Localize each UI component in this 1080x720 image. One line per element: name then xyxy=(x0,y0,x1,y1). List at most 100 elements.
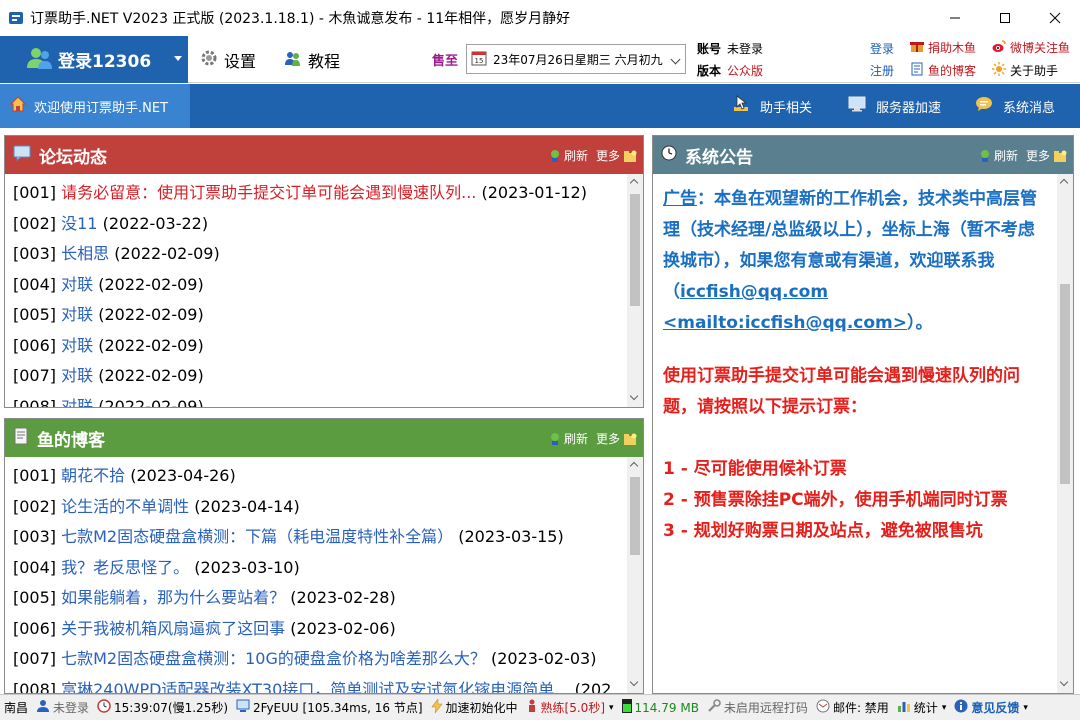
list-item-link[interactable]: 我？老反思怪了。 xyxy=(61,558,189,577)
chevron-down-icon[interactable] xyxy=(670,54,681,65)
list-item-link[interactable]: 关于我被机箱风扇逼疯了这回事 xyxy=(61,619,285,638)
list-item-link[interactable]: 对联 xyxy=(61,336,93,355)
list-item-link[interactable]: 对联 xyxy=(61,275,93,294)
blog-link[interactable]: 鱼的博客 xyxy=(910,62,976,79)
list-item-link[interactable]: 没11 xyxy=(61,214,97,233)
tutorial-label: 教程 xyxy=(308,51,341,71)
chevron-down-icon[interactable]: ▾ xyxy=(942,703,947,713)
list-item-link[interactable]: 对联 xyxy=(61,366,93,385)
status-server[interactable]: 2FyEUU [105.34ms, 16 节点] xyxy=(236,699,423,716)
scroll-down-icon[interactable] xyxy=(1059,677,1069,687)
list-item[interactable]: [003] 七款M2固态硬盘盒横测：下篇（耗电温度特性补全篇） (2023-03… xyxy=(5,522,627,553)
login-12306-button[interactable]: 登录12306 xyxy=(0,36,188,83)
blog-refresh-button[interactable]: 刷新 xyxy=(564,430,588,447)
list-item-link[interactable]: 朝花不拾 xyxy=(61,466,125,485)
status-memory-value: 114.79 MB xyxy=(634,700,699,715)
scrollbar-thumb[interactable] xyxy=(630,477,640,555)
about-link[interactable]: 关于助手 xyxy=(992,62,1058,79)
status-mail[interactable]: 邮件: 禁用 xyxy=(816,699,889,716)
list-item-link[interactable]: 富琳240WPD适配器改装XT30接口，简单测试及安试氮化镓电源简单... xyxy=(61,680,569,694)
helper-related-button[interactable]: 助手相关 xyxy=(734,84,812,128)
status-login[interactable]: 未登录 xyxy=(36,699,89,716)
minimize-button[interactable] xyxy=(930,0,980,36)
list-item[interactable]: [004] 我？老反思怪了。 (2023-03-10) xyxy=(5,553,627,584)
forum-more-button[interactable]: 更多 xyxy=(596,147,620,164)
mailto-link[interactable]: <mailto:iccfish@qq.com> xyxy=(663,313,907,333)
notice-panel: 系统公告 刷新 更多 广告：本鱼在观望新的工作机会，技术类中高层管理（技术经理/… xyxy=(652,135,1074,694)
list-item[interactable]: [002] 论生活的不单调性 (2023-04-14) xyxy=(5,492,627,523)
list-item[interactable]: [002] 没11 (2022-03-22) xyxy=(5,209,627,240)
forum-panel: 论坛动态 刷新 更多 [001] 请务必留意：使用订票助手提交订单可能会遇到慢速… xyxy=(4,135,644,408)
list-item[interactable]: [007] 七款M2固态硬盘盒横测：10G的硬盘盒价格为啥差那么大？ (2023… xyxy=(5,644,627,675)
donate-link[interactable]: 捐助木鱼 xyxy=(910,39,976,56)
status-skill[interactable]: 熟练[5.0秒] ▾ xyxy=(526,699,614,716)
notice-refresh-button[interactable]: 刷新 xyxy=(994,147,1018,164)
register-link[interactable]: 注册 xyxy=(870,62,894,79)
list-item-link[interactable]: 如果能躺着，那为什么要站着？ xyxy=(61,588,285,607)
list-item-link[interactable]: 长相思 xyxy=(61,244,109,263)
status-remote[interactable]: 未启用远程打码 xyxy=(707,699,808,716)
list-item[interactable]: [004] 对联 (2022-02-09) xyxy=(5,270,627,301)
notice-more-button[interactable]: 更多 xyxy=(1026,147,1050,164)
status-feedback[interactable]: 意见反馈 ▾ xyxy=(954,699,1028,716)
status-feedback-value: 意见反馈 xyxy=(971,701,1020,715)
list-item[interactable]: [006] 对联 (2022-02-09) xyxy=(5,331,627,362)
blog-label: 鱼的博客 xyxy=(928,64,977,78)
ad-label[interactable]: 广告 xyxy=(663,189,697,209)
status-login-value: 未登录 xyxy=(53,701,90,715)
settings-button[interactable]: 设置 xyxy=(200,36,256,83)
about-label: 关于助手 xyxy=(1010,64,1059,78)
list-item-link[interactable]: 七款M2固态硬盘盒横测：下篇（耗电温度特性补全篇） xyxy=(61,527,453,546)
chevron-down-icon[interactable]: ▾ xyxy=(1023,703,1028,713)
list-item[interactable]: [006] 关于我被机箱风扇逼疯了这回事 (2023-02-06) xyxy=(5,614,627,645)
account-label: 账号 xyxy=(697,42,722,56)
status-clock[interactable]: 15:39:07(慢1.25秒) xyxy=(97,699,228,716)
list-item[interactable]: [001] 朝花不拾 (2023-04-26) xyxy=(5,461,627,492)
blog-more-button[interactable]: 更多 xyxy=(596,430,620,447)
list-item-date: (2023-02-06) xyxy=(290,618,396,638)
settings-label: 设置 xyxy=(224,51,257,71)
list-item[interactable]: [005] 对联 (2022-02-09) xyxy=(5,300,627,331)
email-link[interactable]: iccfish@qq.com xyxy=(680,282,828,302)
sale-date-picker[interactable]: 15 23年07月26日星期三 六月初九 xyxy=(466,44,686,74)
forum-refresh-button[interactable]: 刷新 xyxy=(564,147,588,164)
tab-home[interactable]: 欢迎使用订票助手.NET xyxy=(0,84,190,128)
scroll-up-icon[interactable] xyxy=(629,178,639,188)
scrollbar-thumb[interactable] xyxy=(630,194,640,306)
list-item-link[interactable]: 对联 xyxy=(61,305,93,324)
list-item-link[interactable]: 对联 xyxy=(61,397,93,408)
mail-icon xyxy=(816,699,830,716)
home-label: 欢迎使用订票助手.NET xyxy=(34,100,169,116)
blog-scrollbar[interactable] xyxy=(627,457,643,693)
list-item-link[interactable]: 七款M2固态硬盘盒横测：10G的硬盘盒价格为啥差那么大？ xyxy=(61,649,486,668)
forum-scrollbar[interactable] xyxy=(627,174,643,407)
scroll-up-icon[interactable] xyxy=(629,461,639,471)
system-message-button[interactable]: 系统消息 xyxy=(975,84,1055,128)
scroll-up-icon[interactable] xyxy=(1059,178,1069,188)
scroll-down-icon[interactable] xyxy=(629,677,639,687)
scroll-down-icon[interactable] xyxy=(629,391,639,401)
status-accel[interactable]: 加速初始化中 xyxy=(430,698,518,716)
maximize-button[interactable] xyxy=(980,0,1030,36)
weibo-link[interactable]: 微博关注鱼 xyxy=(992,39,1070,56)
notice-scrollbar[interactable] xyxy=(1057,174,1073,693)
list-item[interactable]: [008] 富琳240WPD适配器改装XT30接口，简单测试及安试氮化镓电源简单… xyxy=(5,675,627,694)
scrollbar-thumb[interactable] xyxy=(1060,284,1070,484)
list-item-link[interactable]: 论生活的不单调性 xyxy=(61,497,189,516)
list-item-index: [004] xyxy=(13,274,57,294)
login-link[interactable]: 登录 xyxy=(870,40,894,57)
status-stats[interactable]: 统计 ▾ xyxy=(897,699,947,716)
chevron-down-icon[interactable]: ▾ xyxy=(609,703,614,713)
list-item[interactable]: [001] 请务必留意：使用订票助手提交订单可能会遇到慢速队列... (2023… xyxy=(5,178,627,209)
tutorial-button[interactable]: 教程 xyxy=(284,36,340,83)
list-item-index: [005] xyxy=(13,588,57,607)
list-item-link[interactable]: 请务必留意：使用订票助手提交订单可能会遇到慢速队列... xyxy=(61,183,476,202)
list-item[interactable]: [005] 如果能躺着，那为什么要站着？ (2023-02-28) xyxy=(5,583,627,614)
ad-paragraph: 广告：本鱼在观望新的工作机会，技术类中高层管理（技术经理/总监级以上），坐标上海… xyxy=(663,184,1049,339)
status-bar: 南昌 未登录 15:39:07(慢1.25秒) 2FyEUU [105.34ms… xyxy=(0,694,1080,720)
list-item[interactable]: [007] 对联 (2022-02-09) xyxy=(5,361,627,392)
list-item[interactable]: [003] 长相思 (2022-02-09) xyxy=(5,239,627,270)
server-accel-button[interactable]: 服务器加速 xyxy=(848,84,941,128)
close-button[interactable] xyxy=(1030,0,1080,36)
list-item[interactable]: [008] 对联 (2022-02-09) xyxy=(5,392,627,408)
